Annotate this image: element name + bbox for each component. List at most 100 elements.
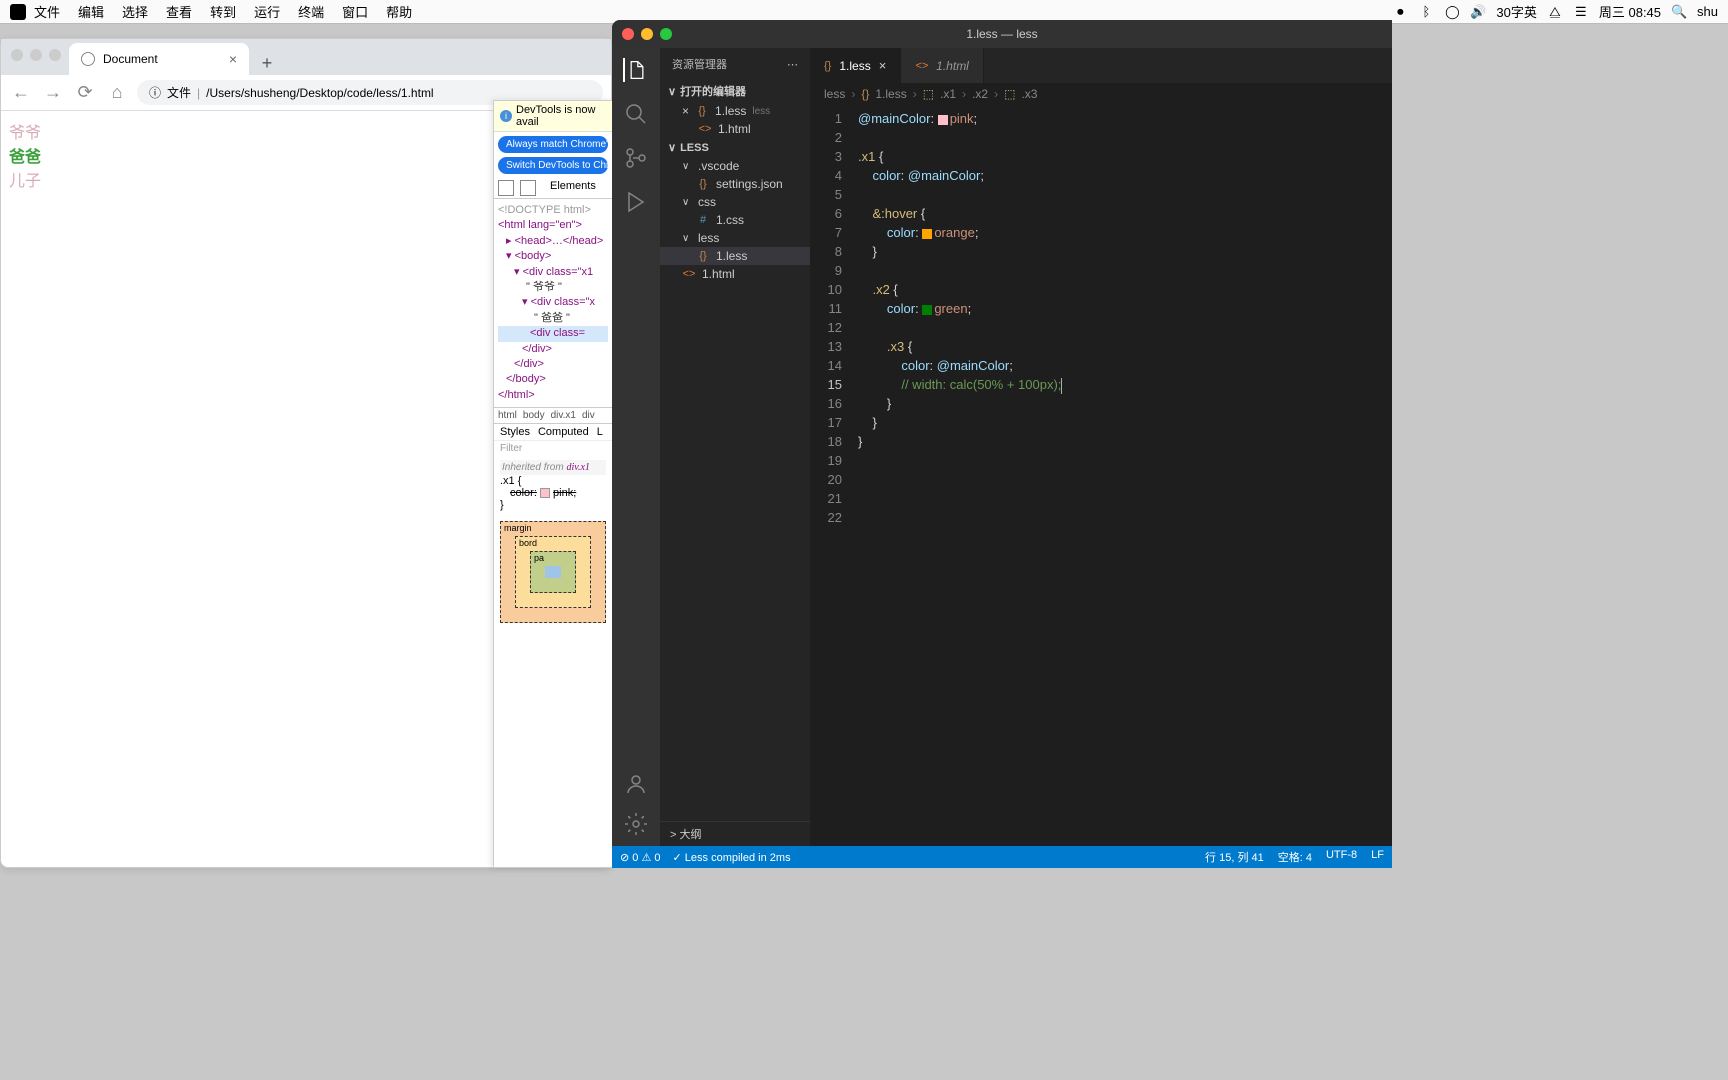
dom-tree[interactable]: <!DOCTYPE html> <html lang="en"> ▸ <head…: [494, 199, 612, 407]
rule-inherit: Inherited from div.x1: [500, 460, 606, 475]
menu-help[interactable]: 帮助: [386, 2, 412, 21]
box-model: margin bord pa: [500, 521, 606, 623]
back-button[interactable]: ←: [9, 81, 33, 105]
elements-tab[interactable]: Elements: [550, 180, 596, 196]
dom-div-close: </div>: [498, 342, 608, 357]
dom-div-selected: <div class=: [498, 326, 608, 341]
bluetooth-icon[interactable]: ᛒ: [1418, 4, 1434, 20]
search-icon[interactable]: [624, 102, 648, 126]
status-position[interactable]: 行 15, 列 41: [1205, 849, 1264, 865]
editor-breadcrumb[interactable]: less› {}1.less› ⬚.x1› .x2› ⬚.x3: [810, 83, 1392, 105]
traffic-min-icon[interactable]: [30, 49, 42, 61]
chip-switch-lang[interactable]: Switch DevTools to Chin: [498, 157, 608, 174]
close-icon[interactable]: [622, 28, 634, 40]
sidebar: 资源管理器 ⋯ ∨打开的编辑器 × {} 1.less less <> 1.ht…: [660, 48, 810, 846]
vscode-titlebar: 1.less — less: [612, 20, 1392, 48]
account-icon[interactable]: [624, 772, 648, 796]
menu-run[interactable]: 运行: [254, 2, 280, 21]
dom-div-close2: </div>: [498, 357, 608, 372]
status-eol[interactable]: LF: [1371, 849, 1384, 865]
apple-logo-icon[interactable]: [10, 4, 26, 20]
menu-goto[interactable]: 转到: [210, 2, 236, 21]
editor-tabs: {} 1.less × <> 1.html: [810, 48, 1392, 83]
activity-bar: [612, 48, 660, 846]
chip-match-chrome[interactable]: Always match Chrome's: [498, 136, 608, 153]
tab-close-icon[interactable]: ×: [879, 58, 887, 73]
less-file-icon: {}: [824, 60, 831, 72]
screen-record-icon[interactable]: ⏺: [1392, 4, 1408, 20]
vscode-window: ⫾⫾⫾ 腾讯会议 1.less — less 资源管理器 ⋯ ∨打开的编辑器: [612, 20, 1392, 868]
ime-label[interactable]: 30字英: [1496, 2, 1536, 21]
folder-vscode[interactable]: ∨.vscode: [660, 157, 810, 175]
open-editors-section[interactable]: ∨打开的编辑器: [660, 80, 810, 102]
tab-layout[interactable]: L: [597, 426, 603, 438]
sidebar-header: 资源管理器 ⋯: [660, 48, 810, 80]
dom-breadcrumb[interactable]: html body div.x1 div: [494, 407, 612, 423]
forward-button[interactable]: →: [41, 81, 65, 105]
file-html[interactable]: <>1.html: [660, 265, 810, 283]
settings-icon[interactable]: [624, 812, 648, 836]
devtools-banner: i DevTools is now avail: [494, 101, 612, 132]
source-control-icon[interactable]: [624, 146, 648, 170]
maximize-icon[interactable]: [660, 28, 672, 40]
status-compile[interactable]: ✓ Less compiled in 2ms: [673, 851, 791, 864]
folder-css[interactable]: ∨css: [660, 193, 810, 211]
rule-line: color: pink;: [500, 487, 606, 499]
user-label[interactable]: shu: [1697, 4, 1718, 19]
menu-terminal[interactable]: 终端: [298, 2, 324, 21]
clock[interactable]: 周三 08:45: [1599, 2, 1661, 21]
menu-file[interactable]: 文件: [34, 2, 60, 21]
more-icon[interactable]: ⋯: [787, 58, 798, 71]
editor-tab-html[interactable]: <> 1.html: [901, 48, 984, 83]
status-encoding[interactable]: UTF-8: [1326, 849, 1357, 865]
window-title: 1.less — less: [966, 27, 1037, 41]
file-less[interactable]: {}1.less: [660, 247, 810, 265]
traffic-close-icon[interactable]: [11, 49, 23, 61]
open-editor-item[interactable]: <> 1.html: [660, 120, 810, 138]
menu-window[interactable]: 窗口: [342, 2, 368, 21]
device-icon[interactable]: [520, 180, 536, 196]
file-settings[interactable]: {}settings.json: [660, 175, 810, 193]
tab-computed[interactable]: Computed: [538, 426, 589, 438]
search-icon[interactable]: 🔍: [1671, 4, 1687, 20]
control-center-icon[interactable]: ☰: [1573, 4, 1589, 20]
file-css[interactable]: #1.css: [660, 211, 810, 229]
open-editor-item[interactable]: × {} 1.less less: [660, 102, 810, 120]
home-button[interactable]: ⌂: [105, 81, 129, 105]
tab-styles[interactable]: Styles: [500, 426, 530, 438]
menu-edit[interactable]: 编辑: [78, 2, 104, 21]
new-tab-button[interactable]: +: [255, 51, 279, 75]
folder-section[interactable]: ∨LESS: [660, 138, 810, 157]
close-editor-icon[interactable]: ×: [682, 104, 689, 118]
inspect-icon[interactable]: [498, 180, 514, 196]
debug-icon[interactable]: [624, 190, 648, 214]
dom-div-x1: ▾ <div class="x1: [498, 265, 608, 280]
status-spaces[interactable]: 空格: 4: [1278, 849, 1312, 865]
minimize-icon[interactable]: [641, 28, 653, 40]
sync-icon[interactable]: ◯: [1444, 4, 1460, 20]
status-bar: ⊘ 0 ⚠ 0 ✓ Less compiled in 2ms 行 15, 列 4…: [612, 846, 1392, 868]
reload-button[interactable]: ⟳: [73, 81, 97, 105]
menu-view[interactable]: 查看: [166, 2, 192, 21]
code-editor[interactable]: 1@mainColor: pink; 2 3.x1 { 4 color: @ma…: [810, 105, 1392, 846]
outline-section[interactable]: > 大纲: [660, 821, 810, 846]
traffic-max-icon[interactable]: [49, 49, 61, 61]
less-file-icon: {}: [696, 249, 710, 263]
info-icon: ⓘ: [149, 84, 161, 101]
dom-div-x2: ▾ <div class="x: [498, 295, 608, 310]
menu-select[interactable]: 选择: [122, 2, 148, 21]
explorer-icon[interactable]: [623, 58, 647, 82]
editor-tab-less[interactable]: {} 1.less ×: [810, 48, 901, 83]
folder-less[interactable]: ∨less: [660, 229, 810, 247]
tab-close-icon[interactable]: ×: [229, 51, 237, 67]
wifi-icon[interactable]: ⧋: [1547, 4, 1563, 20]
favicon-icon: [81, 52, 95, 66]
dom-body: ▾ <body>: [498, 249, 608, 264]
editor-area: {} 1.less × <> 1.html less› {}1.less› ⬚.…: [810, 48, 1392, 846]
status-errors[interactable]: ⊘ 0 ⚠ 0: [620, 851, 661, 864]
dom-html-close: </html>: [498, 388, 608, 403]
browser-tab[interactable]: Document ×: [69, 43, 249, 75]
dom-text-yeye: " 爷爷 ": [498, 280, 608, 295]
styles-filter[interactable]: Filter: [494, 440, 612, 456]
volume-icon[interactable]: 🔊: [1470, 4, 1486, 20]
